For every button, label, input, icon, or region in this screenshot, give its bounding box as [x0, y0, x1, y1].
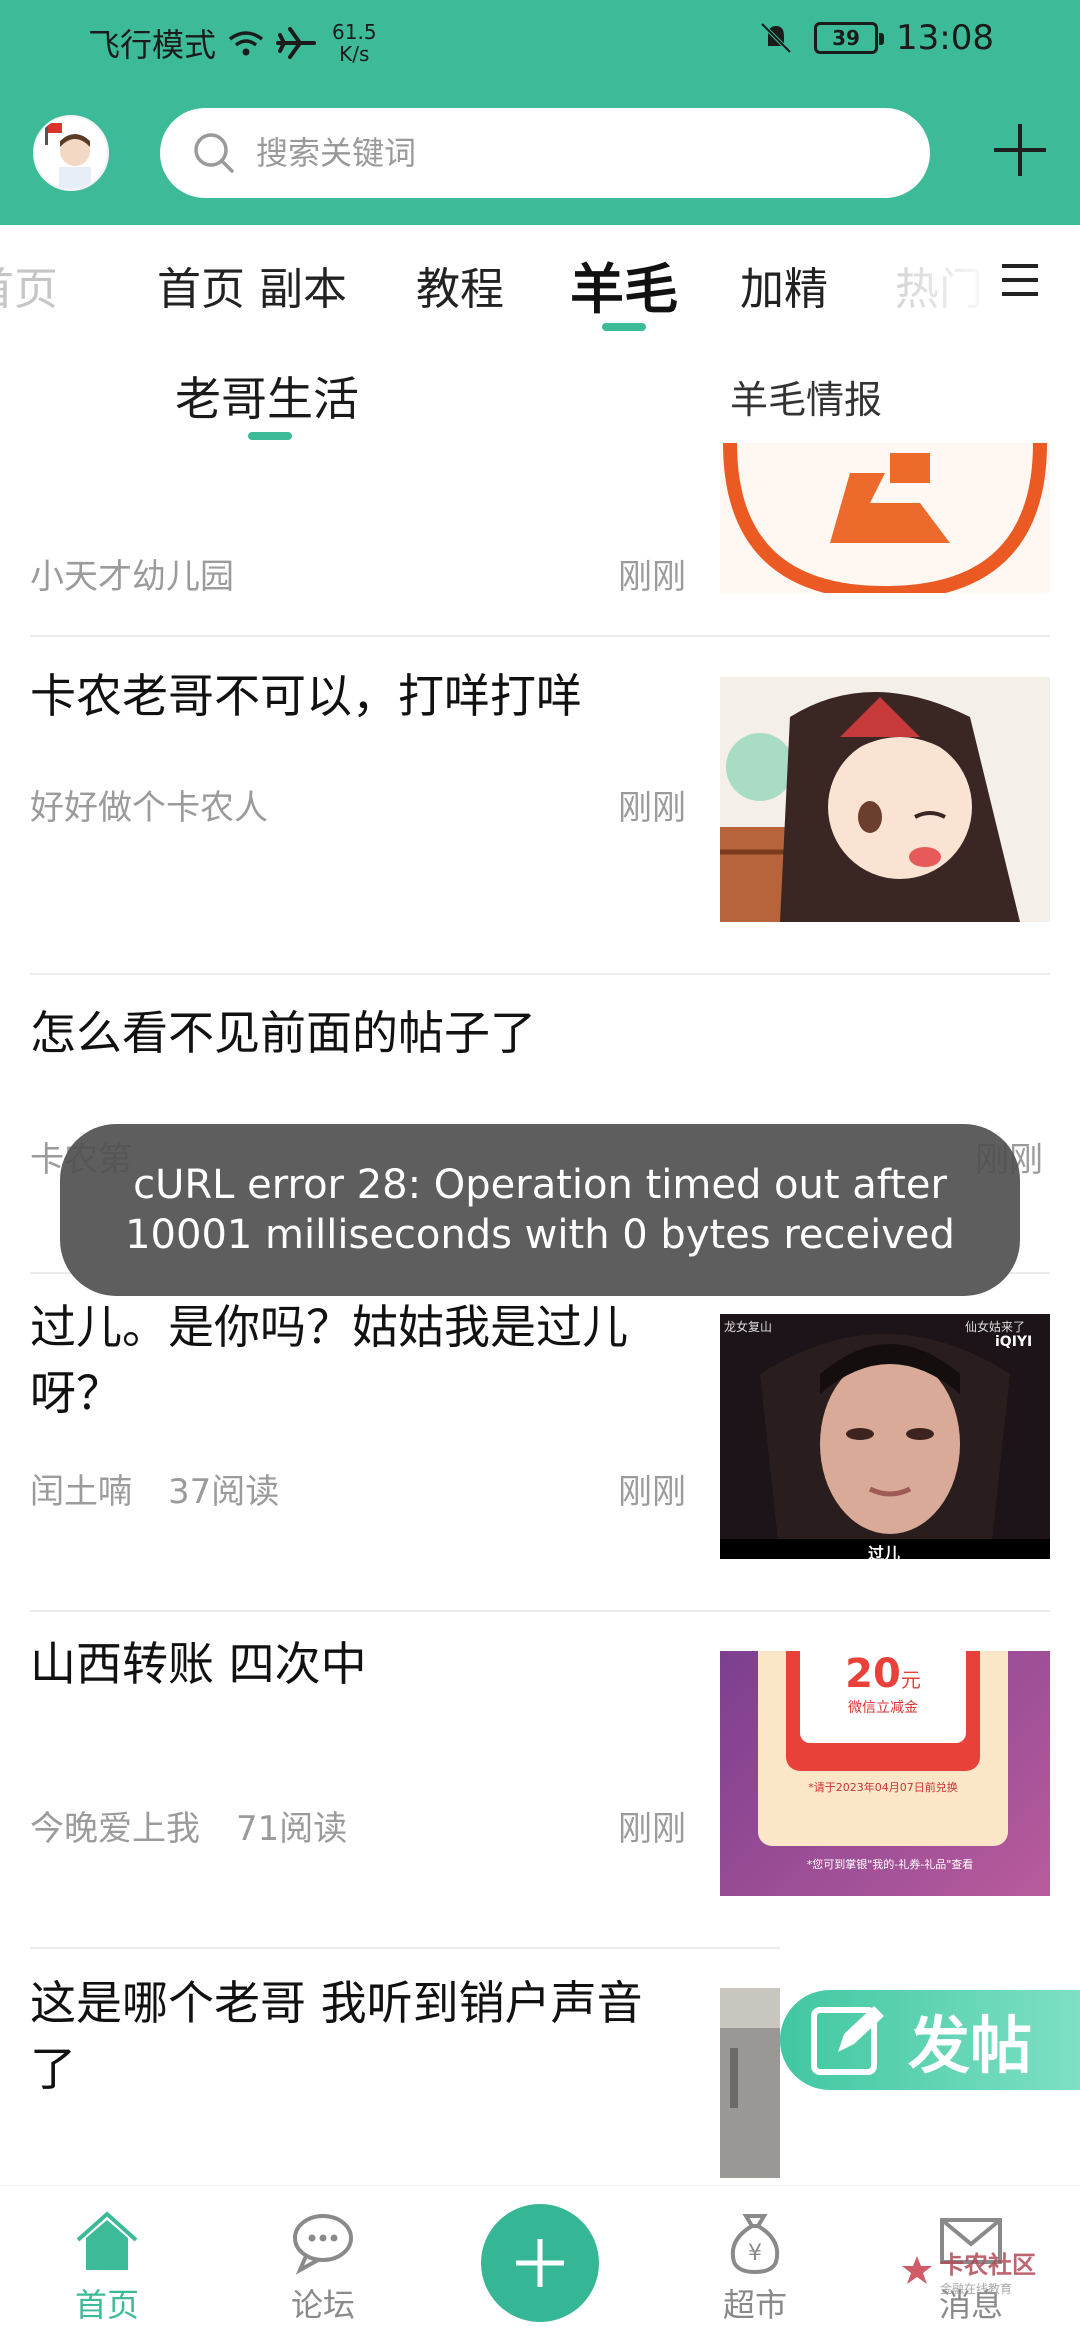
status-right: 39 13:08	[756, 18, 994, 58]
coupon-note: *您可到掌银"我的-礼券-礼品"查看	[806, 1858, 974, 1871]
tab-featured[interactable]: 加精	[740, 253, 828, 317]
drama-brand: iQIYI	[995, 1334, 1033, 1350]
coupon-date: *请于2023年04月07日前兑换	[808, 1781, 958, 1794]
sub-tabs: 老哥生活 羊毛情报	[0, 335, 1080, 445]
chat-icon	[293, 2214, 353, 2275]
tab-fade-overlay	[860, 225, 1000, 335]
coupon-red-panel: 20元 微信立减金	[786, 1651, 980, 1771]
coupon-inner: 20元 微信立减金	[800, 1651, 966, 1743]
wifi-icon	[228, 31, 264, 56]
watermark-slogan: 金融在线教育	[940, 2282, 1013, 2296]
nav-home[interactable]: 首页	[47, 2206, 167, 2326]
coupon-sub: 微信立减金	[848, 1700, 918, 1716]
post-author: 小天才幼儿园	[30, 557, 234, 597]
money-bag-icon: ¥	[730, 2214, 780, 2275]
watermark-text: 卡农社区 金融在线教育	[940, 2245, 1036, 2297]
active-tab-indicator	[602, 323, 646, 331]
speed-unit: K/s	[339, 42, 370, 66]
post-meta: 今晚爱上我 71阅读	[30, 1801, 347, 1850]
post-time: 刚刚	[618, 557, 686, 597]
menu-icon[interactable]	[998, 258, 1042, 302]
drama-overlay-right: 仙女姑来了	[965, 1320, 1026, 1334]
error-toast: cURL error 28: Operation timed out after…	[60, 1124, 1020, 1296]
post-thumbnail	[720, 443, 1050, 593]
avatar[interactable]	[33, 115, 109, 191]
post-thumbnail	[720, 677, 1050, 922]
drama-caption: 过儿	[868, 1544, 901, 1559]
home-icon	[76, 2211, 138, 2270]
post-author: 好好做个卡农人	[30, 788, 268, 828]
battery-icon: 39	[814, 22, 885, 54]
plus-icon	[516, 2239, 564, 2287]
orange-logo-image	[720, 443, 1050, 593]
post-time: 刚刚	[618, 1809, 686, 1849]
tab-tutorial[interactable]: 教程	[416, 253, 504, 317]
coupon-amount: 20	[845, 1651, 901, 1697]
subtab-life[interactable]: 老哥生活	[175, 363, 359, 429]
watermark-logo-icon	[902, 2256, 932, 2284]
add-icon[interactable]	[990, 120, 1050, 180]
new-post-button[interactable]: 发帖	[780, 1990, 1080, 2090]
edit-icon	[811, 2006, 884, 2075]
battery-level: 39	[832, 26, 860, 50]
status-bar: 飞行模式 61.5 K/s 39 13:08	[0, 0, 1080, 80]
category-tabs: 首页 首页 副本 教程 羊毛 加精 热门	[0, 225, 1080, 335]
drama-overlay-left: 龙女复山	[724, 1320, 773, 1334]
post-title: 卡农老哥不可以，打咩打咩	[30, 669, 582, 723]
new-post-label: 发帖	[908, 2009, 1033, 2082]
list-item[interactable]: 山西转账 四次中 今晚爱上我 71阅读 刚刚 20元 微信立减金 *请于2023…	[0, 1611, 1080, 1949]
nav-market[interactable]: ¥ 超市	[695, 2206, 815, 2326]
list-item[interactable]: 卡农老哥不可以，打咩打咩 好好做个卡农人 刚刚	[0, 637, 1080, 975]
street-photo-image	[720, 1988, 780, 2178]
speed-value: 61.5	[332, 20, 377, 44]
airplane-icon	[276, 27, 317, 59]
coupon-unit: 元	[900, 1668, 921, 1692]
search-input[interactable]	[254, 133, 854, 173]
tab-home[interactable]: 首页	[0, 253, 58, 317]
anime-girl-image	[720, 677, 1050, 922]
nav-forum[interactable]: 论坛	[263, 2206, 383, 2326]
coupon-card: 20元 微信立减金 *请于2023年04月07日前兑换	[758, 1651, 1008, 1846]
search-icon	[194, 133, 234, 173]
post-time: 刚刚	[618, 1472, 686, 1512]
active-subtab-indicator	[248, 432, 292, 440]
nav-market-label: 超市	[722, 2286, 787, 2324]
nav-home-label: 首页	[74, 2286, 139, 2324]
post-title: 这是哪个老哥 我听到销户声音了	[30, 1976, 643, 2096]
tab-home-copy[interactable]: 首页 副本	[157, 253, 347, 317]
nav-forum-label: 论坛	[290, 2286, 355, 2324]
network-speed: 61.5 K/s	[332, 21, 377, 65]
toast-message: cURL error 28: Operation timed out after…	[125, 1162, 955, 1258]
watermark-name: 卡农社区	[940, 2251, 1036, 2279]
post-author: 今晚爱上我	[30, 1809, 200, 1849]
watermark: 卡农社区 金融在线教育	[900, 2245, 1036, 2297]
clock: 13:08	[896, 18, 994, 58]
post-thumbnail: 过儿 龙女复山 仙女姑来了 iQIYI	[720, 1314, 1050, 1559]
airplane-mode-label: 飞行模式	[88, 26, 217, 64]
list-item[interactable]: 小天才幼儿园 刚刚	[0, 443, 1080, 637]
post-meta: 闰土喃 37阅读	[30, 1464, 279, 1513]
tab-wool[interactable]: 羊毛	[570, 245, 678, 324]
post-author: 闰土喃	[30, 1472, 132, 1512]
post-reads: 71阅读	[236, 1809, 348, 1849]
post-time: 刚刚	[618, 788, 686, 828]
status-left: 飞行模式 61.5 K/s	[88, 20, 377, 66]
drama-still-image	[720, 1314, 1050, 1559]
nav-create-button[interactable]	[481, 2204, 599, 2322]
post-title: 过儿。是你吗？姑姑我是过儿呀？	[30, 1300, 628, 1420]
post-title: 山西转账 四次中	[30, 1637, 367, 1691]
svg-text:¥: ¥	[748, 2241, 762, 2266]
avatar-image	[35, 117, 107, 189]
post-title: 怎么看不见前面的帖子了	[30, 1006, 536, 1060]
subtab-wool-news[interactable]: 羊毛情报	[730, 369, 882, 424]
bell-muted-icon	[760, 22, 792, 54]
search-bar[interactable]	[160, 108, 930, 198]
post-reads: 37阅读	[168, 1472, 280, 1512]
app-header: 飞行模式 61.5 K/s 39 13:08	[0, 0, 1080, 225]
list-item[interactable]: 过儿。是你吗？姑姑我是过儿呀？ 闰土喃 37阅读 刚刚 过儿 龙女复山 仙女姑来…	[0, 1274, 1080, 1612]
post-thumbnail	[720, 1988, 780, 2178]
post-thumbnail: 20元 微信立减金 *请于2023年04月07日前兑换 *您可到掌银"我的-礼券…	[720, 1651, 1050, 1896]
